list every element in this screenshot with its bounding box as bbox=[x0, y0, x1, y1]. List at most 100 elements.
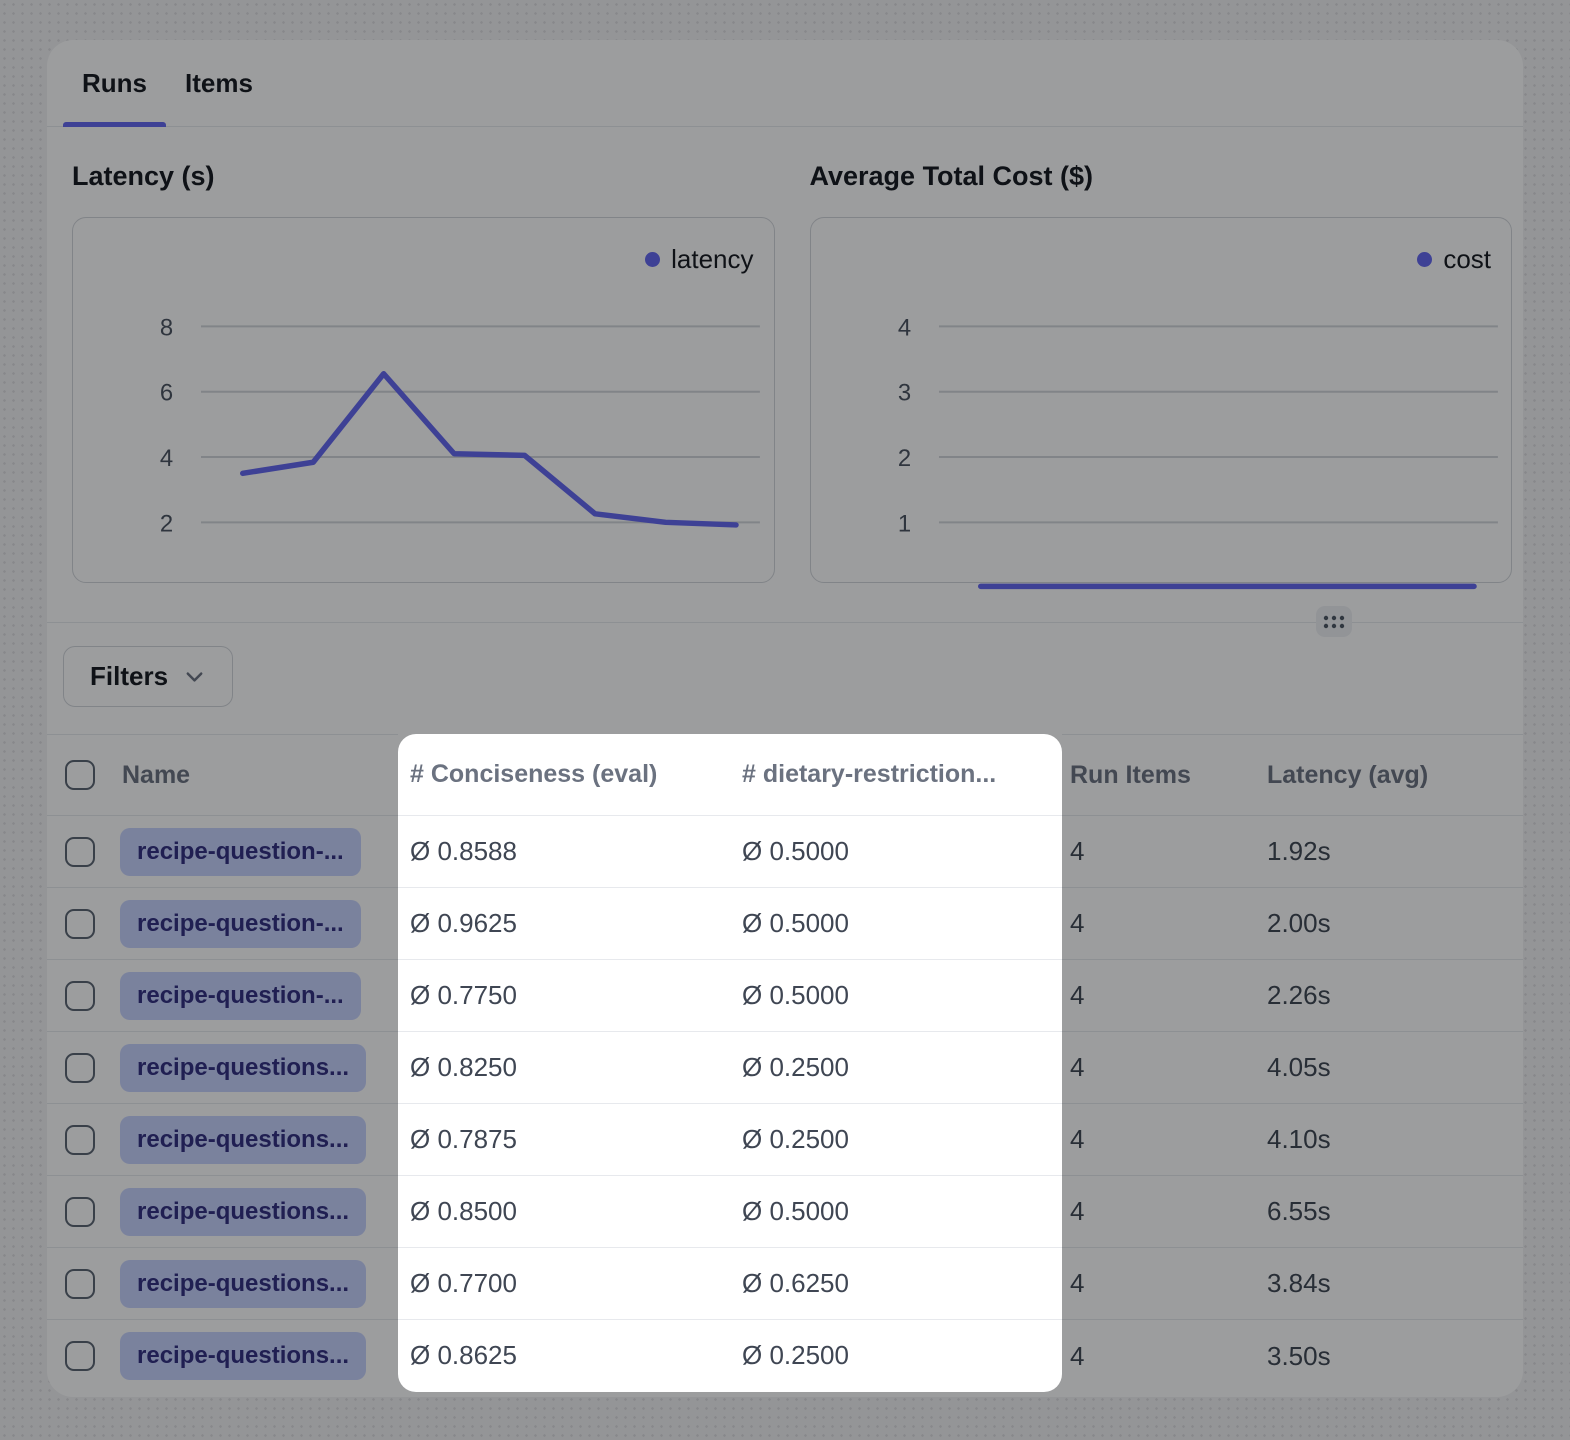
latency-avg-cell: 3.84s bbox=[1255, 1248, 1523, 1320]
conciseness-score-cell: Ø 0.8588 bbox=[398, 816, 730, 888]
run-name-cell: recipe-question-... bbox=[110, 960, 398, 1032]
run-name-badge[interactable]: recipe-question-... bbox=[120, 828, 361, 876]
row-checkbox-cell bbox=[47, 888, 110, 960]
latency-chart-panel: 2468 latency bbox=[72, 217, 775, 583]
row-checkbox-cell bbox=[47, 1176, 110, 1248]
grip-dots-icon bbox=[1322, 613, 1346, 631]
dietary-restriction-score-cell: Ø 0.2500 bbox=[730, 1104, 1062, 1176]
resize-handle[interactable] bbox=[1316, 606, 1352, 637]
latency-legend-label: latency bbox=[671, 244, 753, 275]
table-row: recipe-questions...Ø 0.8625Ø 0.250043.50… bbox=[47, 1320, 1523, 1392]
run-name-badge[interactable]: recipe-question-... bbox=[120, 972, 361, 1020]
dietary-restriction-score-cell: Ø 0.5000 bbox=[730, 816, 1062, 888]
row-checkbox-cell bbox=[47, 1320, 110, 1392]
row-checkbox[interactable] bbox=[65, 1269, 95, 1299]
svg-text:6: 6 bbox=[160, 380, 173, 407]
table-body: recipe-question-...Ø 0.8588Ø 0.500041.92… bbox=[47, 816, 1523, 1392]
tab-items-label: Items bbox=[185, 68, 253, 99]
header-checkbox-cell bbox=[47, 734, 110, 816]
run-name-cell: recipe-questions... bbox=[110, 1032, 398, 1104]
svg-text:4: 4 bbox=[897, 314, 910, 341]
run-items-cell: 4 bbox=[1062, 1032, 1255, 1104]
row-checkbox[interactable] bbox=[65, 1341, 95, 1371]
row-checkbox-cell bbox=[47, 1032, 110, 1104]
conciseness-score-cell: Ø 0.8500 bbox=[398, 1176, 730, 1248]
conciseness-score-cell: Ø 0.7875 bbox=[398, 1104, 730, 1176]
run-items-cell: 4 bbox=[1062, 1248, 1255, 1320]
cost-legend-dot-icon bbox=[1417, 252, 1432, 267]
dietary-restriction-score-cell: Ø 0.2500 bbox=[730, 1320, 1062, 1392]
cost-line-chart: 1234 bbox=[811, 218, 1512, 582]
tab-items[interactable]: Items bbox=[166, 40, 272, 126]
select-all-checkbox[interactable] bbox=[65, 760, 95, 790]
tab-bar: Runs Items bbox=[47, 40, 1523, 127]
charts-section: Latency (s) 2468 latency Average Total C… bbox=[47, 127, 1523, 623]
cost-legend-label: cost bbox=[1443, 244, 1491, 275]
row-checkbox[interactable] bbox=[65, 1197, 95, 1227]
row-checkbox-cell bbox=[47, 816, 110, 888]
chevron-down-icon bbox=[183, 665, 206, 688]
run-name-badge[interactable]: recipe-question-... bbox=[120, 900, 361, 948]
latency-avg-cell: 4.05s bbox=[1255, 1032, 1523, 1104]
svg-text:2: 2 bbox=[897, 445, 910, 472]
latency-legend-dot-icon bbox=[645, 252, 660, 267]
run-items-cell: 4 bbox=[1062, 816, 1255, 888]
run-name-cell: recipe-questions... bbox=[110, 1320, 398, 1392]
table-row: recipe-question-...Ø 0.8588Ø 0.500041.92… bbox=[47, 816, 1523, 888]
header-latency-avg: Latency (avg) bbox=[1255, 734, 1523, 816]
row-checkbox[interactable] bbox=[65, 837, 95, 867]
run-name-badge[interactable]: recipe-questions... bbox=[120, 1116, 366, 1164]
row-checkbox[interactable] bbox=[65, 909, 95, 939]
run-items-cell: 4 bbox=[1062, 960, 1255, 1032]
run-items-cell: 4 bbox=[1062, 888, 1255, 960]
conciseness-score-cell: Ø 0.7700 bbox=[398, 1248, 730, 1320]
table-row: recipe-question-... Ø 0.7750Ø 0.500042.26… bbox=[47, 960, 1523, 1032]
dietary-restriction-score-cell: Ø 0.6250 bbox=[730, 1248, 1062, 1320]
runs-table: Name # Conciseness (eval) # dietary-rest… bbox=[47, 734, 1523, 1392]
cost-chart-panel: 1234 cost bbox=[810, 217, 1513, 583]
run-name-badge[interactable]: recipe-questions... bbox=[120, 1188, 366, 1236]
run-name-cell: recipe-question-... bbox=[110, 816, 398, 888]
dietary-restriction-score-cell: Ø 0.5000 bbox=[730, 960, 1062, 1032]
svg-text:1: 1 bbox=[897, 510, 910, 537]
table-row: recipe-questions... Ø 0.8250Ø 0.250044.05… bbox=[47, 1032, 1523, 1104]
row-checkbox-cell bbox=[47, 960, 110, 1032]
run-name-badge[interactable]: recipe-questions... bbox=[120, 1044, 366, 1092]
row-checkbox[interactable] bbox=[65, 1053, 95, 1083]
conciseness-score-cell: Ø 0.8250 bbox=[398, 1032, 730, 1104]
conciseness-score-cell: Ø 0.7750 bbox=[398, 960, 730, 1032]
latency-avg-cell: 2.26s bbox=[1255, 960, 1523, 1032]
tab-runs[interactable]: Runs bbox=[63, 40, 166, 126]
latency-avg-cell: 2.00s bbox=[1255, 888, 1523, 960]
run-name-badge[interactable]: recipe-questions... bbox=[120, 1260, 366, 1308]
dietary-restriction-score-cell: Ø 0.5000 bbox=[730, 1176, 1062, 1248]
latency-avg-cell: 4.10s bbox=[1255, 1104, 1523, 1176]
svg-text:4: 4 bbox=[160, 445, 173, 472]
tab-runs-label: Runs bbox=[82, 68, 147, 99]
table-row: recipe-questions... Ø 0.7700Ø 0.625043.84… bbox=[47, 1248, 1523, 1320]
latency-avg-cell: 6.55s bbox=[1255, 1176, 1523, 1248]
table-row: recipe-questions... Ø 0.8500Ø 0.500046.55… bbox=[47, 1176, 1523, 1248]
run-name-cell: recipe-question-... bbox=[110, 888, 398, 960]
conciseness-score-cell: Ø 0.8625 bbox=[398, 1320, 730, 1392]
run-items-cell: 4 bbox=[1062, 1176, 1255, 1248]
latency-chart-title: Latency (s) bbox=[72, 163, 775, 190]
row-checkbox[interactable] bbox=[65, 981, 95, 1011]
header-conciseness: # Conciseness (eval) bbox=[398, 734, 730, 816]
dietary-restriction-score-cell: Ø 0.2500 bbox=[730, 1032, 1062, 1104]
run-name-cell: recipe-questions... bbox=[110, 1176, 398, 1248]
conciseness-score-cell: Ø 0.9625 bbox=[398, 888, 730, 960]
header-dietary-restriction: # dietary-restriction... bbox=[730, 734, 1062, 816]
cost-legend: cost bbox=[1417, 244, 1491, 275]
filters-button[interactable]: Filters bbox=[63, 646, 233, 707]
row-checkbox[interactable] bbox=[65, 1125, 95, 1155]
dietary-restriction-score-cell: Ø 0.5000 bbox=[730, 888, 1062, 960]
run-name-cell: recipe-questions... bbox=[110, 1248, 398, 1320]
runs-dashboard-card: Runs Items Latency (s) 2468 latency Aver… bbox=[47, 40, 1523, 1397]
row-checkbox-cell bbox=[47, 1248, 110, 1320]
latency-avg-cell: 3.50s bbox=[1255, 1320, 1523, 1392]
svg-text:8: 8 bbox=[160, 314, 173, 341]
header-name: Name bbox=[110, 734, 398, 816]
table-header-row: Name # Conciseness (eval) # dietary-rest… bbox=[47, 734, 1523, 816]
run-name-badge[interactable]: recipe-questions... bbox=[120, 1332, 366, 1380]
